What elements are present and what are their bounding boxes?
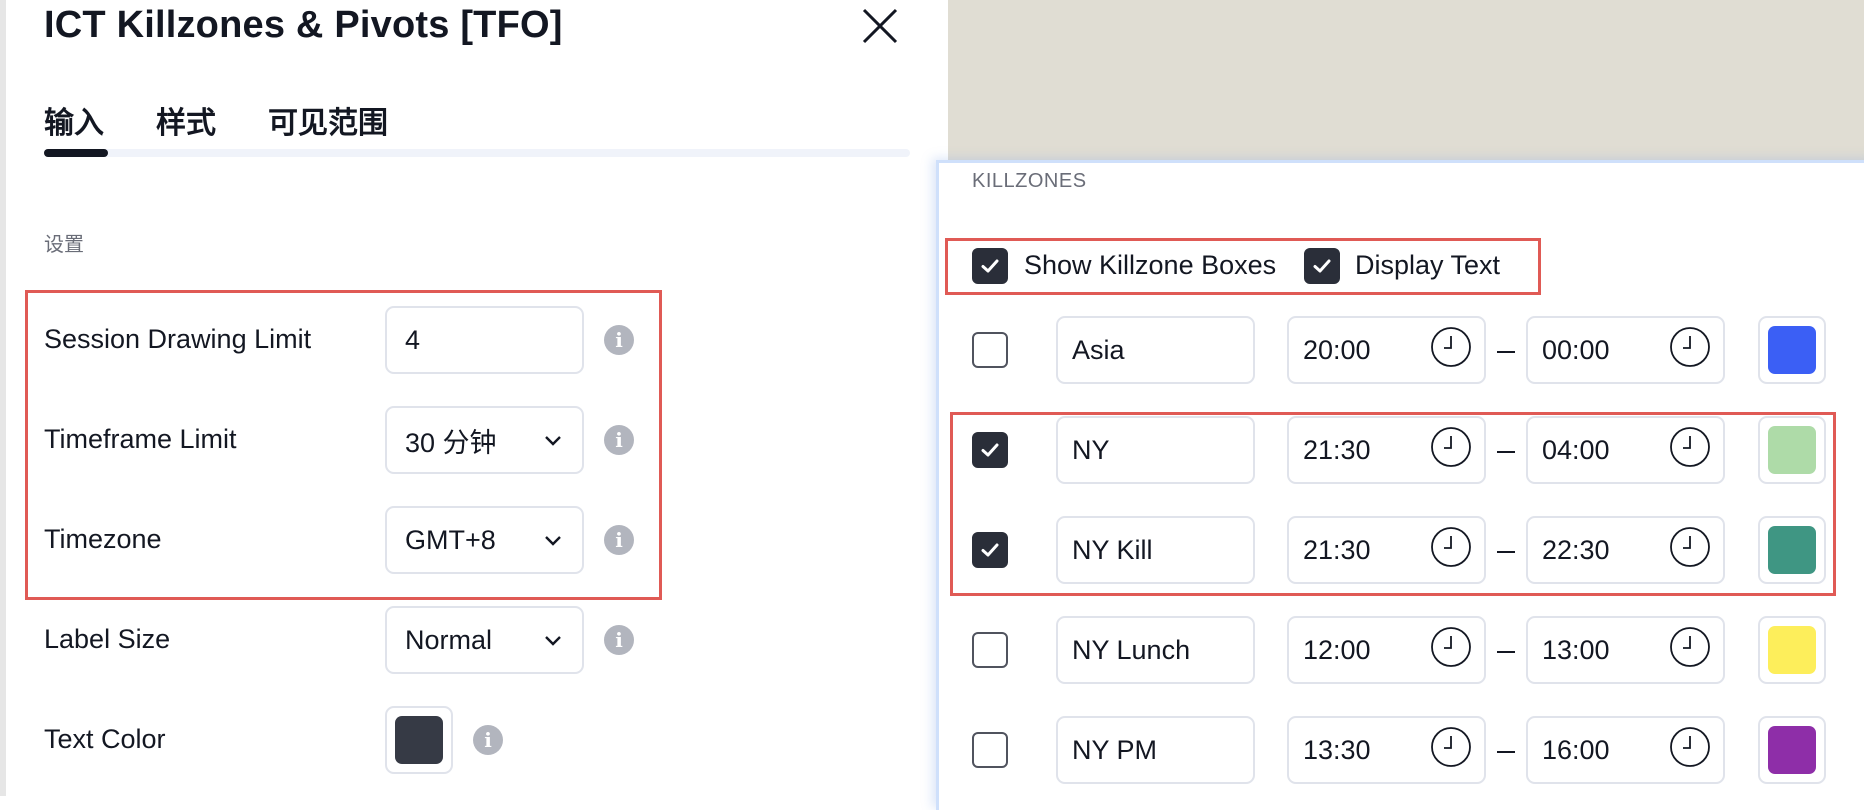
clock-icon[interactable] (1667, 324, 1713, 377)
killzone-color-swatch[interactable] (1758, 716, 1826, 784)
highlight-box (945, 238, 1541, 295)
section-label: 设置 (44, 234, 84, 256)
color-fill (1768, 326, 1816, 374)
tab-visibility[interactable]: 可见范围 (268, 98, 388, 142)
killzone-enable-checkbox[interactable] (972, 332, 1008, 368)
end-time-value: 13:00 (1542, 634, 1610, 665)
clock-icon[interactable] (1428, 324, 1474, 377)
info-icon[interactable]: i (473, 725, 503, 755)
label-size-label: Label Size (44, 624, 171, 654)
color-fill (395, 716, 443, 764)
killzone-start-time[interactable]: 12:00 (1287, 616, 1486, 684)
killzone-start-time[interactable]: 20:00 (1287, 316, 1486, 384)
tab-track (44, 149, 910, 157)
chart-background (948, 0, 1864, 160)
end-time-value: 16:00 (1542, 734, 1610, 765)
start-time-value: 13:30 (1303, 734, 1371, 765)
text-color-label: Text Color (44, 724, 166, 754)
killzone-name: Asia (1072, 334, 1125, 365)
color-fill (1768, 626, 1816, 674)
killzone-color-swatch[interactable] (1758, 616, 1826, 684)
label-size-value: Normal (405, 624, 493, 655)
range-dash (1497, 751, 1515, 753)
start-time-value: 20:00 (1303, 334, 1371, 365)
killzone-end-time[interactable]: 00:00 (1526, 316, 1725, 384)
close-icon[interactable] (860, 6, 900, 46)
clock-icon[interactable] (1667, 724, 1713, 777)
killzone-end-time[interactable]: 16:00 (1526, 716, 1725, 784)
killzone-name-input[interactable]: NY PM (1056, 716, 1255, 784)
clock-icon[interactable] (1667, 624, 1713, 677)
clock-icon[interactable] (1428, 624, 1474, 677)
killzones-heading: KILLZONES (972, 170, 1087, 192)
range-dash (1497, 351, 1515, 353)
killzone-name: NY Lunch (1072, 634, 1191, 665)
killzone-start-time[interactable]: 13:30 (1287, 716, 1486, 784)
window-edge (0, 0, 6, 796)
killzone-end-time[interactable]: 13:00 (1526, 616, 1725, 684)
highlight-box (950, 412, 1836, 596)
killzone-name-input[interactable]: Asia (1056, 316, 1255, 384)
killzone-enable-checkbox[interactable] (972, 732, 1008, 768)
text-color-swatch[interactable] (385, 706, 453, 774)
dialog-title: ICT Killzones & Pivots [TFO] (44, 4, 563, 46)
clock-icon[interactable] (1428, 724, 1474, 777)
tab-style[interactable]: 样式 (156, 98, 216, 142)
end-time-value: 00:00 (1542, 334, 1610, 365)
info-icon[interactable]: i (604, 625, 634, 655)
tab-inputs[interactable]: 输入 (44, 98, 104, 142)
killzone-color-swatch[interactable] (1758, 316, 1826, 384)
highlight-box (25, 290, 662, 600)
killzone-name: NY PM (1072, 734, 1158, 765)
active-tab-indicator (44, 149, 108, 157)
label-size-select[interactable]: Normal (385, 606, 584, 674)
start-time-value: 12:00 (1303, 634, 1371, 665)
killzone-enable-checkbox[interactable] (972, 632, 1008, 668)
color-fill (1768, 726, 1816, 774)
range-dash (1497, 651, 1515, 653)
chevron-down-icon (545, 636, 561, 646)
killzone-name-input[interactable]: NY Lunch (1056, 616, 1255, 684)
